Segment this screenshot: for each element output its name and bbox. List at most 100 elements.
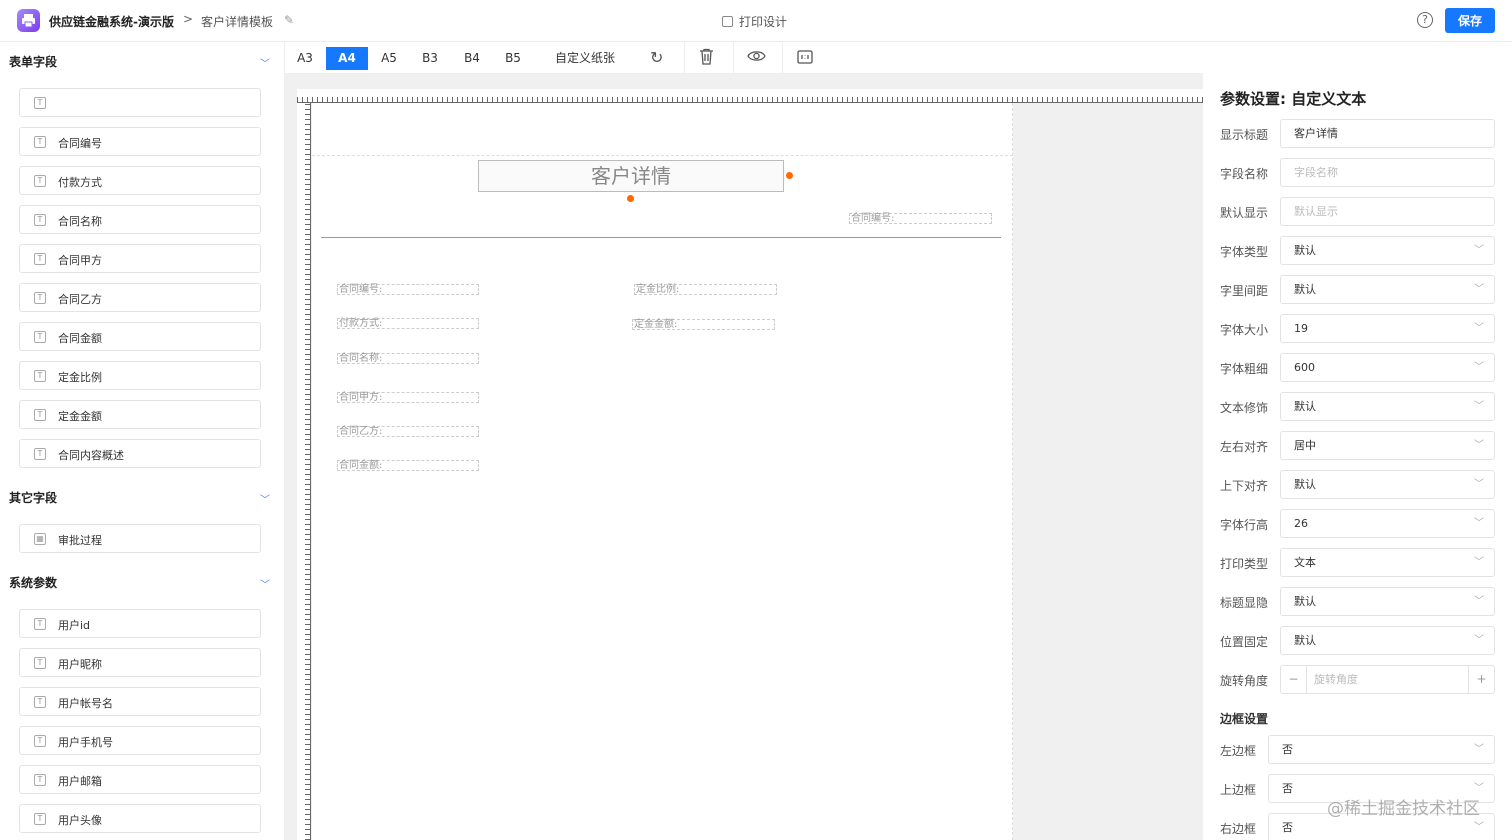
other-fields-title: 其它字段 [9, 491, 58, 505]
chevron-down-icon[interactable]: ﹀ [260, 491, 270, 506]
chevron-down-icon[interactable]: ﹀ [260, 55, 270, 70]
title-visibility-select[interactable]: 默认 ﹀ [1280, 587, 1495, 616]
resize-handle-right[interactable] [786, 172, 793, 179]
default-display-input[interactable]: 默认显示 [1280, 197, 1495, 226]
paper-a5-button[interactable]: A5 [373, 47, 405, 70]
font-size-select[interactable]: 19 ﹀ [1280, 314, 1495, 343]
select-value: 默认 [1294, 634, 1316, 647]
position-fixed-select[interactable]: 默认 ﹀ [1280, 626, 1495, 655]
field-item-contract-summary[interactable]: T 合同内容概述 [19, 439, 261, 468]
selected-text-element[interactable]: 客户详情 [478, 160, 784, 192]
design-canvas[interactable]: 客户详情 合同编号: 合同编号: 付款方式: 合同名称: 合同甲方: 合同乙方:… [285, 74, 1203, 840]
letter-spacing-select[interactable]: 默认 ﹀ [1280, 275, 1495, 304]
paper-custom-button[interactable]: 自定义纸张 [547, 47, 623, 70]
field-item-user-avatar[interactable]: T 用户头像 [19, 804, 261, 833]
field-item-user-account[interactable]: T 用户帐号名 [19, 687, 261, 716]
field-item-party-a[interactable]: T 合同甲方 [19, 244, 261, 273]
table-icon: ▦ [34, 533, 46, 545]
field-item-contract-no[interactable]: T 合同编号 [19, 127, 261, 156]
chevron-down-icon: ﹀ [1474, 635, 1484, 646]
horizontal-line-element[interactable] [321, 237, 1001, 238]
field-item-user-email[interactable]: T 用户邮箱 [19, 765, 261, 794]
print-type-select[interactable]: 文本 ﹀ [1280, 548, 1495, 577]
paper-b4-button[interactable]: B4 [456, 47, 488, 70]
canvas-field-header-contract-no[interactable]: 合同编号: [849, 213, 992, 224]
rotation-input[interactable]: 旋转角度 [1314, 666, 1358, 693]
left-border-select[interactable]: 否 ﹀ [1268, 735, 1495, 764]
field-item-user-nickname[interactable]: T 用户昵称 [19, 648, 261, 677]
text-field-icon: T [34, 696, 46, 708]
field-label: 用户手机号 [58, 736, 113, 749]
properties-title: 参数设置: 自定义文本 [1220, 90, 1367, 108]
edit-name-icon[interactable]: ✎ [284, 13, 294, 27]
canvas-field-contract-name[interactable]: 合同名称: [337, 353, 479, 364]
paper-a3-button[interactable]: A3 [289, 47, 321, 70]
canvas-field-contract-no[interactable]: 合同编号: [337, 284, 479, 295]
help-icon[interactable]: ? [1417, 12, 1433, 28]
field-item-approval-process[interactable]: ▦ 审批过程 [19, 524, 261, 553]
select-value: 默认 [1294, 244, 1316, 257]
right-border-label: 右边框 [1220, 822, 1257, 836]
canvas-field-party-b[interactable]: 合同乙方: [337, 426, 479, 437]
canvas-field-deposit-amount[interactable]: 定金金额: [632, 319, 775, 330]
chevron-down-icon: ﹀ [1474, 557, 1484, 568]
chevron-down-icon: ﹀ [1474, 323, 1484, 334]
font-weight-select[interactable]: 600 ﹀ [1280, 353, 1495, 382]
decrement-button[interactable]: − [1281, 666, 1307, 693]
save-button[interactable]: 保存 [1445, 8, 1495, 33]
rotation-stepper[interactable]: − 旋转角度 + [1280, 665, 1495, 694]
vertical-ruler [297, 103, 311, 840]
canvas-field-deposit-ratio[interactable]: 定金比例: [634, 284, 777, 295]
field-item-user-id[interactable]: T 用户id [19, 609, 261, 638]
resize-handle-bottom[interactable] [627, 195, 634, 202]
field-label: 合同乙方 [58, 293, 102, 306]
chevron-down-icon: ﹀ [1474, 401, 1484, 412]
field-label: 用户昵称 [58, 658, 102, 671]
font-type-select[interactable]: 默认 ﹀ [1280, 236, 1495, 265]
field-item-blank[interactable]: T [19, 88, 261, 117]
field-item-deposit-amount[interactable]: T 定金金额 [19, 400, 261, 429]
select-value: 默认 [1294, 478, 1316, 491]
fit-icon[interactable] [797, 50, 813, 68]
field-item-contract-amount[interactable]: T 合同金额 [19, 322, 261, 351]
field-label: 用户帐号名 [58, 697, 113, 710]
paper-a4-button[interactable]: A4 [326, 47, 368, 70]
horizontal-align-select[interactable]: 居中 ﹀ [1280, 431, 1495, 460]
app-title[interactable]: 供应链金融系统-演示版 [49, 13, 174, 30]
canvas-field-payment-method[interactable]: 付款方式: [337, 318, 479, 329]
breadcrumb-separator: > [183, 12, 194, 26]
increment-button[interactable]: + [1468, 666, 1494, 693]
select-value: 26 [1294, 517, 1308, 530]
watermark: @稀土掘金技术社区 [1327, 799, 1480, 819]
paper-b3-button[interactable]: B3 [414, 47, 446, 70]
paper-a4[interactable]: 客户详情 合同编号: 合同编号: 付款方式: 合同名称: 合同甲方: 合同乙方:… [312, 103, 1013, 840]
line-height-select[interactable]: 26 ﹀ [1280, 509, 1495, 538]
chevron-down-icon: ﹀ [1474, 245, 1484, 256]
select-value: 19 [1294, 322, 1308, 335]
field-item-user-phone[interactable]: T 用户手机号 [19, 726, 261, 755]
default-display-label: 默认显示 [1220, 206, 1269, 220]
canvas-field-party-a[interactable]: 合同甲方: [337, 392, 479, 403]
field-label: 付款方式 [58, 176, 102, 189]
text-decoration-select[interactable]: 默认 ﹀ [1280, 392, 1495, 421]
field-name-input[interactable]: 字段名称 [1280, 158, 1495, 187]
font-size-label: 字体大小 [1220, 323, 1269, 337]
eye-icon[interactable] [747, 49, 766, 67]
canvas-field-contract-amount[interactable]: 合同金额: [337, 460, 479, 471]
trash-icon[interactable] [699, 48, 714, 69]
field-item-deposit-ratio[interactable]: T 定金比例 [19, 361, 261, 390]
field-label: 定金比例 [58, 371, 102, 384]
vertical-align-select[interactable]: 默认 ﹀ [1280, 470, 1495, 499]
field-item-contract-name[interactable]: T 合同名称 [19, 205, 261, 234]
select-value: 600 [1294, 361, 1315, 374]
refresh-icon[interactable]: ↻ [650, 48, 663, 67]
chevron-down-icon[interactable]: ﹀ [260, 576, 270, 591]
field-label: 合同甲方 [58, 254, 102, 267]
field-item-party-b[interactable]: T 合同乙方 [19, 283, 261, 312]
chevron-down-icon: ﹀ [1474, 744, 1484, 755]
text-field-icon: T [34, 657, 46, 669]
display-title-input[interactable]: 客户详情 [1280, 119, 1495, 148]
field-item-payment-method[interactable]: T 付款方式 [19, 166, 261, 195]
select-value: 文本 [1294, 556, 1316, 569]
paper-b5-button[interactable]: B5 [497, 47, 529, 70]
